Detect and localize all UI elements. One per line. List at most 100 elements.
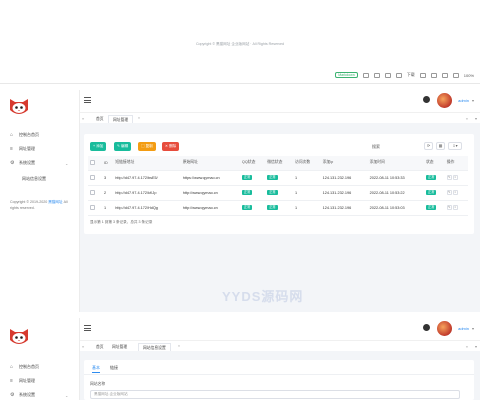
status-badge[interactable]: 正常 xyxy=(241,190,253,195)
status-badge[interactable]: 正常 xyxy=(267,205,278,210)
row-select-cell[interactable] xyxy=(88,170,102,186)
status-badge[interactable]: 正常 xyxy=(241,205,253,210)
code-icon[interactable] xyxy=(384,72,391,78)
avatar[interactable] xyxy=(437,321,452,336)
cell-original-url[interactable]: http://www.qymao.cn xyxy=(180,200,240,216)
cell-qq-status: 正常 xyxy=(239,170,266,186)
site-name-input[interactable]: 黑猫网址-企业版网站 xyxy=(90,390,460,399)
col-status[interactable]: 状态 xyxy=(424,156,445,171)
sidebar-item-url-manage[interactable]: ≡ 网址管理 xyxy=(10,146,35,152)
user-name[interactable]: admin xyxy=(458,98,469,103)
sidebar-item-label: 网址管理 xyxy=(19,378,35,383)
table-row[interactable]: 1 http://d47.97.4.172/HdQg http://www.qy… xyxy=(88,200,468,216)
dropdown-icon[interactable]: ▾ xyxy=(475,116,477,121)
cat-logo-icon[interactable] xyxy=(8,96,30,116)
select-all-checkbox[interactable] xyxy=(90,159,95,165)
expand-icon[interactable] xyxy=(452,72,459,78)
col-ip[interactable]: 添加ip xyxy=(320,156,368,171)
col-short-url[interactable]: 短链接地址 xyxy=(113,156,181,171)
sidebar-item-url-manage[interactable]: ≡ 网址管理 xyxy=(10,378,35,384)
row-checkbox[interactable] xyxy=(90,174,95,180)
row-select-cell[interactable] xyxy=(88,200,102,216)
palette-icon[interactable] xyxy=(423,324,430,331)
tab-home[interactable]: 首页 xyxy=(92,343,108,351)
dropdown-icon[interactable]: ▾ xyxy=(475,344,477,349)
tab-url-manage[interactable]: 网址管理 xyxy=(108,343,131,351)
table-row[interactable]: 3 http://d47.97.4.172/bsE5/ https://www.… xyxy=(88,170,468,186)
col-wechat-status[interactable]: 微信状态 xyxy=(265,156,293,171)
edit-button[interactable]: ✎ 编辑 xyxy=(114,142,132,151)
chevron-right-icon[interactable]: » xyxy=(466,344,468,349)
link-icon[interactable] xyxy=(430,72,437,78)
select-all-cell[interactable] xyxy=(88,156,102,171)
avatar[interactable] xyxy=(437,93,452,108)
form-tab-links[interactable]: 链接 xyxy=(110,365,118,371)
edit-icon[interactable]: ✎ xyxy=(446,190,452,195)
cell-original-url[interactable]: http://www.qymao.cn xyxy=(180,185,240,201)
chevron-right-icon[interactable]: » xyxy=(466,116,468,121)
columns-icon[interactable]: ▦ xyxy=(436,142,445,150)
user-name[interactable]: admin xyxy=(458,326,469,331)
menu-toggle-icon[interactable] xyxy=(84,325,91,331)
col-original-url[interactable]: 原始网址 xyxy=(180,156,240,171)
export-icon[interactable]: ⇩▾ xyxy=(448,142,462,150)
status-badge[interactable]: 正常 xyxy=(267,175,278,180)
sidebar-item-dashboard[interactable]: ⌂ 控制台首页 xyxy=(10,364,39,370)
table-row[interactable]: 2 http://d47.97.4.172/kKJp http://www.qy… xyxy=(88,185,468,201)
tab-home[interactable]: 首页 xyxy=(92,115,108,123)
delete-button[interactable]: ✕ 删除 xyxy=(162,142,180,151)
row-checkbox[interactable] xyxy=(90,189,95,195)
status-badge[interactable]: 正常 xyxy=(426,190,437,195)
status-badge[interactable]: 正常 xyxy=(241,175,253,180)
add-button[interactable]: + 添加 xyxy=(90,142,107,151)
cell-original-url[interactable]: https://www.qymao.cn xyxy=(180,170,240,186)
col-time[interactable]: 添加时间 xyxy=(367,156,425,171)
layout-icon[interactable] xyxy=(362,72,369,78)
tab-url-manage[interactable]: 网址管理 xyxy=(108,115,134,123)
col-visits[interactable]: 访问次数 xyxy=(292,156,321,171)
status-badge[interactable]: 正常 xyxy=(426,205,437,210)
gear-icon: ⚙ xyxy=(10,159,15,166)
sidebar-item-dashboard[interactable]: ⌂ 控制台首页 xyxy=(10,132,39,138)
copy-icon[interactable] xyxy=(419,72,426,78)
chevron-left-icon[interactable]: « xyxy=(82,116,84,121)
col-id[interactable]: ID xyxy=(102,156,114,171)
tab-site-info[interactable]: 网站信息设置 xyxy=(138,343,171,351)
copy-button[interactable]: ▢ 复制 xyxy=(138,142,156,151)
zoom-level[interactable]: 100% xyxy=(464,73,474,78)
image-icon[interactable] xyxy=(395,72,402,78)
row-checkbox[interactable] xyxy=(90,204,95,210)
row-select-cell[interactable] xyxy=(88,185,102,201)
sidebar-item-settings[interactable]: ⚙ 系统设置 ⌄ xyxy=(10,392,68,398)
split-view-icon[interactable] xyxy=(373,72,380,78)
sidebar-subitem-site-info[interactable]: 网站信息设置 xyxy=(22,176,46,182)
chevron-left-icon[interactable]: « xyxy=(82,344,84,349)
cell-short-url[interactable]: http://d47.97.4.172/HdQg xyxy=(113,200,181,216)
menu-toggle-icon[interactable] xyxy=(84,97,91,103)
delete-icon[interactable]: × xyxy=(452,205,458,210)
sidebar-item-settings[interactable]: ⚙ 系统设置 ⌄ xyxy=(10,160,68,166)
status-badge[interactable]: 正常 xyxy=(426,175,437,180)
chevron-down-icon[interactable]: ▾ xyxy=(472,326,474,331)
cat-logo-icon[interactable] xyxy=(8,326,30,346)
form-tab-basic[interactable]: 基本 xyxy=(92,365,100,373)
cell-short-url[interactable]: http://d47.97.4.172/bsE5/ xyxy=(113,170,181,186)
copyright-link[interactable]: 黑猫网址 xyxy=(48,200,62,204)
palette-icon[interactable] xyxy=(423,96,430,103)
close-icon[interactable]: × xyxy=(178,344,180,348)
frame-icon[interactable] xyxy=(441,72,448,78)
cell-short-url[interactable]: http://d47.97.4.172/kKJp xyxy=(113,185,181,201)
download-button[interactable]: 下载 xyxy=(407,72,415,78)
refresh-icon[interactable]: ⟳ xyxy=(424,142,433,150)
search-label[interactable]: 搜索 xyxy=(372,144,380,150)
edit-icon[interactable]: ✎ xyxy=(446,175,452,180)
status-badge[interactable]: 正常 xyxy=(267,190,278,195)
delete-icon[interactable]: × xyxy=(452,190,458,195)
markdown-badge[interactable]: Markdown xyxy=(335,72,358,78)
close-icon[interactable]: × xyxy=(138,116,140,120)
chevron-down-icon[interactable]: ▾ xyxy=(472,98,474,103)
delete-icon[interactable]: × xyxy=(452,175,458,180)
col-qq-status[interactable]: QQ状态 xyxy=(239,156,266,171)
edit-icon[interactable]: ✎ xyxy=(446,205,452,210)
cell-time: 2022-08-11 10:53:22 xyxy=(367,185,425,201)
